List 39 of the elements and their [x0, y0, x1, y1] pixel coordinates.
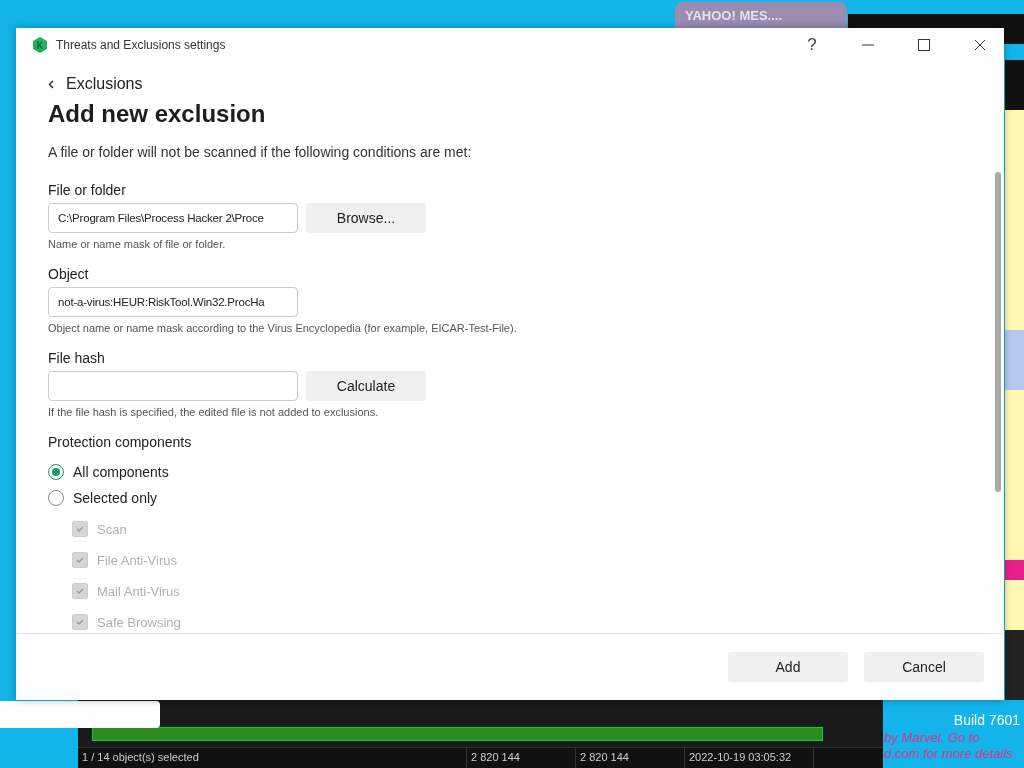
- checkmark-icon: [75, 586, 85, 596]
- app-logo-icon: [32, 37, 48, 53]
- field-label: File hash: [48, 350, 106, 366]
- radio-option[interactable]: Selected only: [48, 490, 992, 506]
- checkmark-icon: [75, 555, 85, 565]
- desktop-text: Build 7601: [953, 711, 1020, 730]
- help-button[interactable]: ?: [788, 28, 836, 62]
- input-field[interactable]: not-a-virus:HEUR:RiskTool.Win32.ProcHa: [48, 287, 298, 317]
- scrollbar[interactable]: [92, 727, 823, 741]
- status-text: 2 820 144: [467, 748, 576, 768]
- hint-text: Object name or name mask according to the Virus Encyclopedia (for example, EICAR-Test-File).: [48, 322, 518, 334]
- desktop-text: d.com for more details: [884, 746, 1013, 762]
- status-text: 2022-10-19 03:05:32: [685, 748, 814, 768]
- window-title: Threats and Exclusions settings: [56, 38, 227, 52]
- window-title: YAHOO! MES....: [685, 8, 783, 23]
- status-text: 2 820 144: [576, 748, 685, 768]
- back-link[interactable]: Exclusions: [48, 70, 143, 98]
- add-button[interactable]: Add: [728, 652, 848, 682]
- input-field[interactable]: C:\Program Files\Process Hacker 2\Proce: [48, 203, 298, 233]
- desktop-text: by Marvel. Go to: [884, 730, 980, 746]
- maximize-icon: [918, 39, 930, 51]
- close-icon: [974, 39, 986, 51]
- calculate-button[interactable]: Calculate: [306, 371, 426, 401]
- field-label: File or folder: [48, 182, 127, 198]
- hint-text: Name or name mask of file or folder.: [48, 238, 227, 250]
- checkmark-icon: [75, 524, 85, 534]
- checkmark-icon: [75, 617, 85, 627]
- browse-button[interactable]: Browse...: [306, 203, 426, 233]
- hint-text: If the file hash is specified, the edited file is not added to exclusions.: [48, 406, 380, 418]
- page-heading: Add new exclusion: [48, 100, 267, 128]
- intro-text: A file or folder will not be scanned if the following conditions are met:: [48, 144, 473, 160]
- status-text: 1 / 14 object(s) selected: [78, 748, 467, 768]
- cancel-button[interactable]: Cancel: [864, 652, 984, 682]
- section-title: Protection components: [48, 434, 193, 450]
- field-label: Object: [48, 266, 90, 282]
- radio-option[interactable]: All components: [48, 464, 992, 480]
- chevron-left-icon: [48, 79, 54, 89]
- scrollbar-thumb[interactable]: [995, 172, 1001, 492]
- input-field[interactable]: [48, 371, 298, 401]
